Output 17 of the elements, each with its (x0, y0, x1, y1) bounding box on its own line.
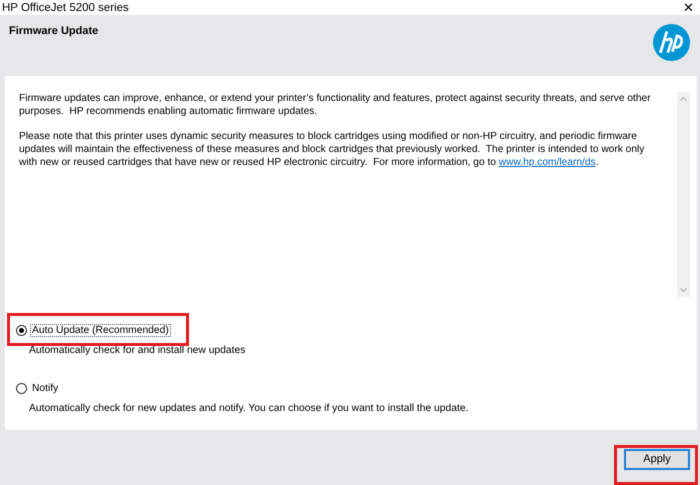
page-title: Firmware Update (9, 25, 98, 39)
apply-button[interactable]: Apply (624, 448, 690, 470)
radio-button[interactable] (16, 382, 27, 394)
paragraph: Please note that this printer uses dynamic security measures to block cartridges using modified or non-HP circuitry, and periodic firmware updates will maintain the effectiveness of these measures and block cartridges that previously worked. The printer is intended to work only with new or reused cartridges that have new or reused HP electronic circuitry. For more information, go to www.hp.com/learn/ds. (19, 130, 646, 169)
option-description: Automatically check for and install new updates (28, 345, 246, 356)
radio-button[interactable] (16, 324, 27, 336)
scroll-down-icon[interactable] (680, 288, 687, 292)
scroll-up-icon[interactable] (680, 97, 687, 101)
paragraph: Firmware updates can improve, enhance, or extend your printer’s functionality and features, protect against security threats, and serve other purposes. HP recommends enabling automatic firmware updates. (19, 92, 652, 118)
option-label[interactable]: Auto Update (Recommended) (30, 324, 171, 336)
link[interactable]: www.hp.com/learn/ds (498, 157, 596, 168)
close-icon[interactable]: ✕ (683, 1, 694, 14)
window-title: HP OfficeJet 5200 series (2, 2, 129, 14)
logo-icon (653, 24, 690, 61)
option-label[interactable]: Notify (30, 382, 60, 394)
option-description: Automatically check for new updates and notify. You can choose if you want to install the update. (28, 403, 470, 414)
scrollbar[interactable] (677, 92, 690, 297)
